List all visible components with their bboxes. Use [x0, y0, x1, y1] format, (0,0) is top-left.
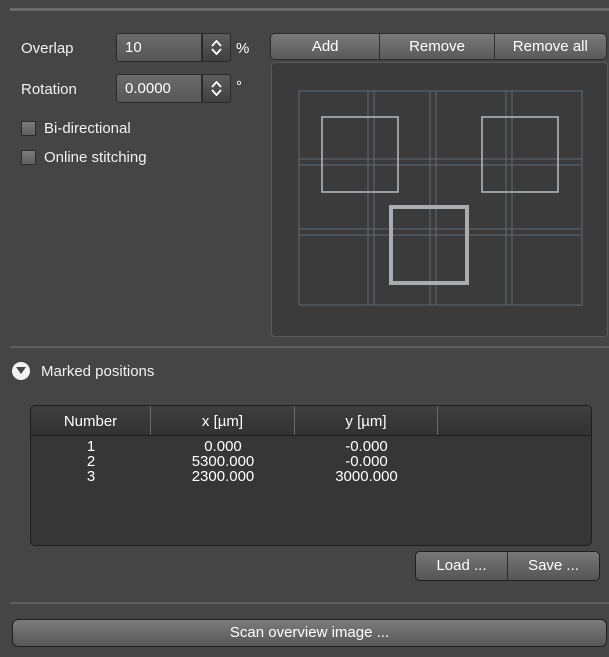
scan-overview-image-button[interactable]: Scan overview image ...	[12, 619, 607, 647]
rotation-input[interactable]: 0.0000	[117, 75, 201, 102]
checkbox-box[interactable]	[21, 121, 36, 136]
load-save-button-group: Load ... Save ...	[415, 551, 600, 581]
marked-position-tile-selected	[389, 205, 469, 285]
updown-arrows-icon	[211, 40, 222, 55]
overlap-spinbox[interactable]: 10	[116, 33, 231, 62]
add-button[interactable]: Add	[271, 34, 381, 59]
overlap-unit: %	[236, 40, 250, 57]
column-header-y[interactable]: y [µm]	[295, 406, 438, 435]
cell-x: 5300.000	[191, 453, 255, 470]
overlap-stepper[interactable]	[202, 34, 230, 61]
cell-number: 2	[86, 453, 96, 470]
online-stitching-checkbox[interactable]: Online stitching	[21, 149, 147, 166]
remove-all-button[interactable]: Remove all	[494, 34, 606, 59]
column-header-x[interactable]: x [µm]	[151, 406, 295, 435]
checkbox-box[interactable]	[21, 150, 36, 165]
checkbox-label: Online stitching	[44, 149, 147, 166]
tile-positions-panel: Overlap 10 % Rotation 0.0000 ° Bi-direct…	[0, 0, 609, 657]
marked-position-tile	[481, 116, 559, 193]
overlap-label: Overlap	[21, 40, 74, 57]
section-divider	[10, 346, 609, 348]
rotation-spinbox[interactable]: 0.0000	[116, 74, 231, 103]
section-title: Marked positions	[41, 362, 155, 380]
updown-arrows-icon	[211, 81, 222, 96]
load-button[interactable]: Load ...	[416, 552, 508, 580]
overlap-input[interactable]: 10	[117, 34, 201, 61]
marked-position-tile	[321, 116, 399, 193]
position-button-group: Add Remove Remove all	[270, 33, 607, 60]
chevron-down-icon	[16, 367, 26, 374]
table-row[interactable]: 1 0.000 -0.000	[31, 439, 591, 454]
save-button[interactable]: Save ...	[508, 552, 599, 580]
tile-layout-diagram	[298, 90, 583, 306]
checkbox-label: Bi-directional	[44, 120, 131, 137]
table-row[interactable]: 2 5300.000 -0.000	[31, 454, 591, 469]
remove-button[interactable]: Remove	[380, 34, 495, 59]
cell-x: 2300.000	[191, 468, 255, 485]
column-header-empty	[438, 406, 591, 435]
cell-y: -0.000	[345, 438, 388, 455]
table-header: Number x [µm] y [µm]	[31, 406, 591, 436]
expand-toggle[interactable]	[12, 362, 30, 380]
column-header-number[interactable]: Number	[31, 406, 151, 435]
cell-y: -0.000	[345, 453, 388, 470]
cell-number: 3	[86, 468, 96, 485]
rotation-label: Rotation	[21, 81, 77, 98]
rotation-unit: °	[236, 78, 242, 95]
cell-y: 3000.000	[335, 468, 398, 485]
cell-x: 0.000	[204, 438, 242, 455]
position-preview-canvas[interactable]	[271, 62, 608, 337]
table-row[interactable]: 3 2300.000 3000.000	[31, 469, 591, 484]
rotation-stepper[interactable]	[202, 75, 230, 102]
cell-number: 1	[86, 438, 96, 455]
top-divider	[10, 8, 609, 11]
section-divider	[10, 602, 609, 604]
marked-positions-table[interactable]: Number x [µm] y [µm] 1 0.000 -0.000 2 53…	[30, 405, 592, 546]
marked-positions-header[interactable]: Marked positions	[12, 362, 154, 380]
bidirectional-checkbox[interactable]: Bi-directional	[21, 120, 131, 137]
